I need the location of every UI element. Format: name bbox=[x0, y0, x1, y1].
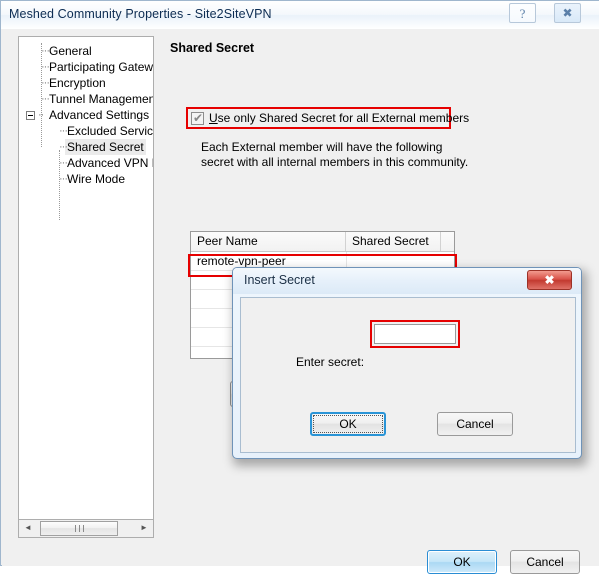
tree-item-label: Advanced Settings bbox=[49, 108, 150, 122]
modal-cancel-button[interactable]: Cancel bbox=[437, 412, 513, 436]
use-shared-secret-label: Use only Shared Secret for all External … bbox=[209, 111, 469, 125]
cancel-button[interactable]: Cancel bbox=[510, 550, 580, 574]
sidebar-item-general[interactable]: General bbox=[47, 43, 94, 59]
settings-tree[interactable]: General ··· Participating Gateways ··· E… bbox=[18, 36, 154, 520]
tree-branch-icon: ··· bbox=[59, 157, 68, 169]
tree-horizontal-scrollbar[interactable]: ◄ ► bbox=[18, 520, 154, 538]
sidebar-item-wire-mode[interactable]: Wire Mode bbox=[65, 171, 127, 187]
close-button[interactable]: ✖ bbox=[554, 3, 581, 23]
sidebar-item-participating-gateways[interactable]: Participating Gateways bbox=[47, 59, 154, 75]
right-arrow-glyph: ► bbox=[140, 523, 148, 532]
tree-branch-icon: ·· bbox=[38, 109, 44, 121]
sidebar-item-encryption[interactable]: Encryption bbox=[47, 75, 108, 91]
use-shared-secret-checkbox[interactable]: ✔ bbox=[191, 110, 204, 125]
column-header-peer-name[interactable]: Peer Name bbox=[191, 232, 346, 251]
ok-button[interactable]: OK bbox=[427, 550, 497, 574]
checkbox-label-rest: se only Shared Secret for all External m… bbox=[217, 111, 470, 125]
secret-input[interactable] bbox=[374, 324, 456, 344]
tree-branch-icon: ··· bbox=[59, 141, 68, 153]
tree-branch-icon: ··· bbox=[41, 45, 50, 57]
help-button[interactable]: ? bbox=[509, 3, 536, 23]
modal-close-button[interactable]: ✖ bbox=[527, 270, 572, 290]
tree-item-label: General bbox=[49, 44, 92, 58]
sidebar-item-shared-secret[interactable]: Shared Secret bbox=[65, 139, 146, 155]
scroll-left-arrow-icon[interactable]: ◄ bbox=[20, 520, 36, 536]
sidebar-item-advanced-vpn-properties[interactable]: Advanced VPN Pro bbox=[65, 155, 153, 171]
tree-item-label: Advanced VPN Pro bbox=[67, 156, 153, 170]
scrollbar-grip-icon bbox=[75, 525, 84, 532]
insert-secret-dialog: Insert Secret ✖ Enter secret: bbox=[232, 267, 582, 459]
modal-ok-button[interactable]: OK bbox=[310, 412, 386, 436]
focus-rectangle bbox=[313, 415, 383, 433]
tree-branch-icon: ··· bbox=[59, 173, 68, 185]
sidebar-item-tunnel-management[interactable]: Tunnel Management bbox=[47, 91, 154, 107]
tree-branch-icon: ··· bbox=[41, 77, 50, 89]
tree-item-label: Wire Mode bbox=[67, 172, 126, 186]
tree-branch-icon: ··· bbox=[41, 61, 50, 73]
scrollbar-thumb[interactable] bbox=[40, 521, 118, 536]
column-header-shared-secret[interactable]: Shared Secret bbox=[346, 232, 441, 251]
close-icon: ✖ bbox=[562, 6, 573, 20]
title-bar: Meshed Community Properties - Site2SiteV… bbox=[1, 1, 599, 29]
modal-title-bar: Insert Secret ✖ bbox=[233, 268, 581, 294]
tree-item-label: Shared Secret bbox=[67, 140, 144, 154]
tree-item-label: Encryption bbox=[49, 76, 106, 90]
enter-secret-label: Enter secret: bbox=[296, 355, 365, 369]
sidebar-item-advanced-settings[interactable]: Advanced Settings bbox=[47, 107, 151, 123]
accelerator-letter: U bbox=[209, 111, 218, 125]
checkmark-icon: ✔ bbox=[193, 110, 204, 125]
description-text: Each External member will have the follo… bbox=[201, 140, 469, 169]
left-arrow-glyph: ◄ bbox=[24, 523, 32, 532]
tree-expander-advanced-settings[interactable] bbox=[26, 111, 35, 120]
window-title: Meshed Community Properties - Site2SiteV… bbox=[9, 7, 272, 21]
tree-branch-icon: ··· bbox=[59, 125, 68, 137]
scroll-right-arrow-icon[interactable]: ► bbox=[136, 520, 152, 536]
tree-item-label: Excluded Services bbox=[67, 124, 154, 138]
column-header-spacer bbox=[441, 232, 454, 251]
tree-branch-icon: ··· bbox=[41, 93, 50, 105]
help-icon: ? bbox=[519, 6, 526, 21]
table-header-row: Peer Name Shared Secret bbox=[191, 232, 454, 252]
modal-title: Insert Secret bbox=[244, 273, 315, 287]
use-shared-secret-checkbox-row[interactable]: ✔ Use only Shared Secret for all Externa… bbox=[191, 111, 469, 125]
close-icon: ✖ bbox=[544, 273, 555, 287]
page-title: Shared Secret bbox=[170, 41, 255, 55]
tree-item-label: Tunnel Management bbox=[49, 92, 154, 106]
tree-item-label: Participating Gateways bbox=[49, 60, 154, 74]
sidebar-item-excluded-services[interactable]: Excluded Services bbox=[65, 123, 154, 139]
